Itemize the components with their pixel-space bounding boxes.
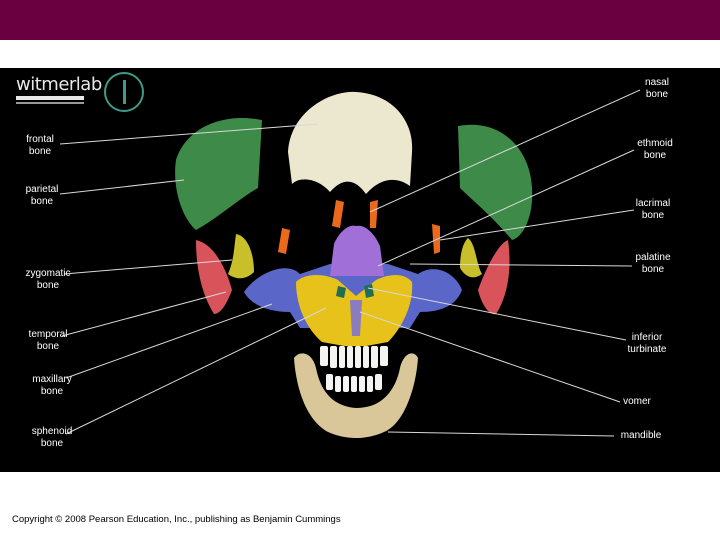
label-zygomatic-bone: zygomatic bone bbox=[25, 268, 71, 291]
label-parietal-bone: parietal bone bbox=[25, 184, 59, 207]
label-ethmoid-bone: ethmoid bone bbox=[637, 138, 673, 161]
label-temporal-bone: temporal bone bbox=[28, 329, 68, 352]
label-vomer: vomer bbox=[623, 396, 651, 407]
nasal-bone-left bbox=[332, 200, 344, 228]
label-palatine-bone: palatine bone bbox=[635, 252, 671, 275]
parietal-bone-right bbox=[458, 124, 533, 240]
label-lacrimal-bone: lacrimal bone bbox=[635, 198, 671, 221]
skull-figure: witmerlab frontal bone parietal bone zyg… bbox=[0, 68, 720, 472]
vomer-bone bbox=[350, 300, 362, 336]
university-seal-icon bbox=[104, 72, 144, 112]
frontal-bone bbox=[288, 91, 413, 194]
label-frontal-bone: frontal bone bbox=[26, 134, 54, 157]
temporal-bone-left bbox=[196, 240, 232, 314]
lacrimal-bone-right bbox=[432, 224, 440, 254]
copyright-notice: Copyright © 2008 Pearson Education, Inc.… bbox=[12, 514, 341, 525]
upper-teeth bbox=[320, 346, 388, 368]
label-maxillary-bone: maxillary bone bbox=[32, 374, 72, 397]
lacrimal-bone-left bbox=[278, 228, 290, 254]
label-inferior-turbinate: inferior turbinate bbox=[627, 332, 667, 355]
zygomatic-bone-right bbox=[460, 238, 482, 278]
exploded-skull-illustration bbox=[59, 89, 641, 438]
zygomatic-bone-left bbox=[228, 234, 254, 279]
nasal-bone-right bbox=[370, 200, 378, 228]
lower-teeth bbox=[326, 374, 382, 392]
witmerlab-logo: witmerlab bbox=[4, 72, 154, 112]
ethmoid-bone bbox=[330, 225, 384, 276]
label-nasal-bone: nasal bone bbox=[645, 77, 669, 100]
header-bar bbox=[0, 0, 720, 40]
parietal-bone-left bbox=[175, 117, 262, 230]
label-mandible: mandible bbox=[620, 430, 662, 441]
logo-text: witmerlab bbox=[16, 74, 102, 95]
label-sphenoid-bone: sphenoid bone bbox=[31, 426, 73, 449]
temporal-bone-right bbox=[478, 240, 510, 315]
